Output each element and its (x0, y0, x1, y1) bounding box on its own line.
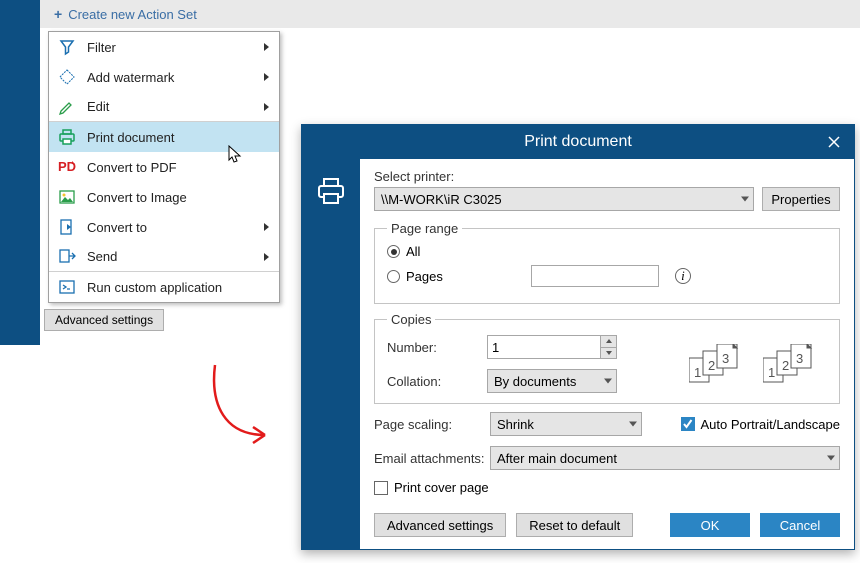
svg-text:PDF: PDF (58, 159, 76, 174)
radio-icon (387, 245, 400, 258)
chevron-right-icon (264, 73, 269, 81)
dialog-title: Print document (302, 133, 854, 151)
dialog-titlebar: Print document (302, 125, 854, 159)
create-action-set-link[interactable]: + Create new Action Set (54, 6, 197, 22)
cancel-button[interactable]: Cancel (760, 513, 840, 537)
menu-item-label: Convert to PDF (87, 160, 269, 175)
filter-icon (55, 35, 79, 59)
auto-portrait-landscape-checkbox[interactable]: Auto Portrait/Landscape (681, 417, 840, 432)
menu-item-watermark[interactable]: Add watermark (49, 62, 279, 92)
svg-text:3: 3 (722, 351, 729, 366)
menu-item-convert-image[interactable]: Convert to Image (49, 182, 279, 212)
svg-text:1: 1 (694, 365, 701, 380)
menu-item-send[interactable]: Send (49, 242, 279, 272)
menu-item-label: Convert to Image (87, 190, 269, 205)
copies-legend: Copies (387, 312, 435, 327)
run-icon (55, 275, 79, 299)
page-range-group: Page range All Pages i (374, 221, 840, 304)
radio-pages[interactable]: Pages i (387, 265, 827, 287)
number-label: Number: (387, 340, 487, 355)
spinner-up-icon[interactable] (601, 336, 616, 348)
advanced-settings-button-background[interactable]: Advanced settings (44, 309, 164, 331)
radio-all-label: All (406, 244, 420, 259)
menu-item-filter[interactable]: Filter (49, 32, 279, 62)
svg-text:2: 2 (782, 358, 789, 373)
checkbox-icon (681, 417, 695, 431)
svg-text:1: 1 (768, 365, 775, 380)
properties-button[interactable]: Properties (762, 187, 840, 211)
chevron-down-icon (629, 422, 637, 427)
menu-item-convert-pdf[interactable]: PDF Convert to PDF (49, 152, 279, 182)
menu-item-edit[interactable]: Edit (49, 92, 279, 122)
menu-item-run-app[interactable]: Run custom application (49, 272, 279, 302)
spinner-down-icon[interactable] (601, 348, 616, 359)
radio-all[interactable]: All (387, 244, 827, 259)
email-attachments-label: Email attachments: (374, 451, 490, 466)
chevron-right-icon (264, 43, 269, 51)
menu-item-convert-to[interactable]: Convert to (49, 212, 279, 242)
page-scaling-select[interactable]: Shrink (490, 412, 642, 436)
pdf-icon: PDF (55, 155, 79, 179)
watermark-icon (55, 65, 79, 89)
advanced-settings-button[interactable]: Advanced settings (374, 513, 506, 537)
app-sidebar (0, 0, 40, 345)
page-scaling-label: Page scaling: (374, 417, 490, 432)
printer-select[interactable]: \\M-WORK\iR C3025 (374, 187, 754, 211)
chevron-right-icon (264, 223, 269, 231)
select-printer-label: Select printer: (374, 169, 754, 184)
collation-label: Collation: (387, 374, 487, 389)
menu-item-label: Send (87, 249, 264, 264)
print-cover-page-checkbox[interactable]: Print cover page (374, 480, 840, 495)
pages-input[interactable] (531, 265, 659, 287)
dialog-side-icon-bar (302, 159, 360, 549)
chevron-down-icon (741, 197, 749, 202)
menu-item-print-document[interactable]: Print document (49, 122, 279, 152)
create-label: Create new Action Set (68, 7, 197, 22)
toolbar: + Create new Action Set (40, 0, 860, 28)
menu-item-label: Add watermark (87, 70, 264, 85)
svg-text:3: 3 (796, 351, 803, 366)
convert-icon (55, 215, 79, 239)
page-scaling-value: Shrink (497, 417, 534, 432)
annotation-arrow-icon (195, 360, 285, 460)
chevron-right-icon (264, 253, 269, 261)
send-icon (55, 245, 79, 269)
reset-to-default-button[interactable]: Reset to default (516, 513, 633, 537)
auto-pl-label: Auto Portrait/Landscape (701, 417, 840, 432)
print-icon (55, 125, 79, 149)
print-icon (316, 177, 346, 205)
checkbox-icon (374, 481, 388, 495)
menu-item-label: Filter (87, 40, 264, 55)
email-attachments-select[interactable]: After main document (490, 446, 840, 470)
ok-button[interactable]: OK (670, 513, 750, 537)
chevron-down-icon (604, 379, 612, 384)
info-icon[interactable]: i (675, 268, 691, 284)
svg-text:2: 2 (708, 358, 715, 373)
radio-pages-label: Pages (406, 269, 443, 284)
menu-item-label: Print document (87, 130, 269, 145)
copies-number-spinner[interactable]: 1 (487, 335, 617, 359)
printer-value: \\M-WORK\iR C3025 (381, 192, 502, 207)
chevron-right-icon (264, 103, 269, 111)
page-range-legend: Page range (387, 221, 462, 236)
action-context-menu: Filter Add watermark Edit Print document… (48, 31, 280, 303)
menu-item-label: Run custom application (87, 280, 269, 295)
menu-item-label: Convert to (87, 220, 264, 235)
copies-group: Copies Number: 1 123 123 Collation: (374, 312, 840, 404)
collation-value: By documents (494, 374, 576, 389)
collation-preview-icon: 123 123 (617, 344, 827, 384)
cover-page-label: Print cover page (394, 480, 489, 495)
menu-item-label: Edit (87, 99, 264, 114)
print-document-dialog: Print document Select printer: \\M-WORK\… (301, 124, 855, 550)
copies-number-value: 1 (492, 340, 499, 355)
edit-icon (55, 95, 79, 119)
email-attachments-value: After main document (497, 451, 617, 466)
radio-icon (387, 270, 400, 283)
chevron-down-icon (827, 456, 835, 461)
image-icon (55, 185, 79, 209)
plus-icon: + (54, 6, 62, 22)
close-icon[interactable] (824, 132, 844, 152)
collation-select[interactable]: By documents (487, 369, 617, 393)
